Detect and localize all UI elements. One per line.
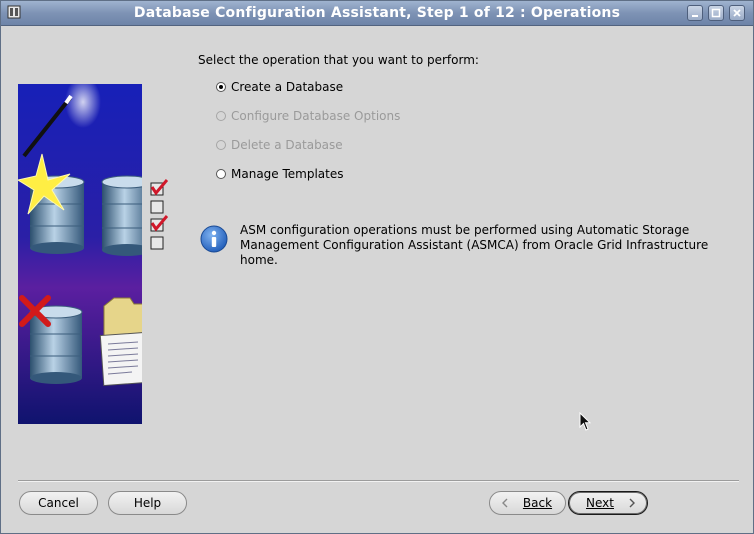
checklist-icon: [150, 179, 168, 250]
chevron-left-icon: [502, 498, 508, 508]
info-line-2: Management Configuration Assistant (ASMC…: [240, 238, 709, 267]
next-button[interactable]: Next: [568, 491, 648, 515]
back-button[interactable]: Back: [489, 491, 566, 515]
radio-configure-database-options: [216, 111, 226, 121]
radio-delete-database: [216, 140, 226, 150]
cancel-button[interactable]: Cancel: [19, 491, 98, 515]
side-illustration: [18, 84, 142, 424]
window-title: Database Configuration Assistant, Step 1…: [133, 5, 621, 21]
radio-manage-templates[interactable]: [216, 169, 226, 179]
maximize-button[interactable]: [708, 5, 724, 21]
radio-create-database[interactable]: [216, 82, 226, 92]
next-label: Next: [586, 496, 614, 510]
cancel-label: Cancel: [38, 496, 79, 510]
option-label: Delete a Database: [231, 138, 343, 152]
close-icon: [733, 9, 741, 17]
info-icon: [200, 225, 228, 253]
dbca-window: Database Configuration Assistant, Step 1…: [0, 0, 754, 534]
back-label: Back: [522, 496, 553, 510]
help-button[interactable]: Help: [108, 491, 187, 515]
info-line-1: ASM configuration operations must be per…: [240, 223, 690, 237]
help-label: Help: [133, 496, 162, 510]
operation-prompt: Select the operation that you want to pe…: [198, 53, 479, 67]
title-bar[interactable]: Database Configuration Assistant, Step 1…: [1, 1, 753, 26]
minimize-icon: [692, 15, 698, 17]
maximize-icon: [711, 8, 721, 18]
option-label: Manage Templates: [231, 167, 344, 181]
mouse-pointer-icon: [579, 412, 591, 431]
option-label: Create a Database: [231, 80, 344, 94]
chevron-right-icon: [629, 498, 635, 508]
option-label: Configure Database Options: [231, 109, 401, 123]
minimize-button[interactable]: [687, 5, 703, 21]
close-button[interactable]: [729, 5, 745, 21]
asm-info-message: ASM configuration operations must be per…: [240, 223, 740, 268]
footer-separator: [18, 480, 739, 482]
content-area: Select the operation that you want to pe…: [3, 27, 751, 531]
